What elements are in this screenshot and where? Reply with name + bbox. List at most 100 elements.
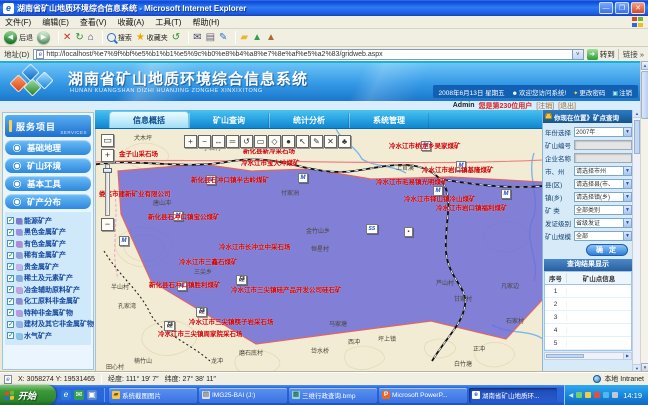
select-poly-icon[interactable]: ◇ [268,135,281,148]
identify-icon[interactable]: ● [282,135,295,148]
go-button[interactable]: ➜ 转到 [587,49,615,60]
license-level-select[interactable]: 省级发证▼ [574,218,632,228]
hscroll-thumb[interactable] [546,354,584,358]
sidebar-item-basic-tools[interactable]: 基本工具 [5,176,91,191]
messenger-button[interactable]: ▲ [252,31,262,44]
zoom-in-icon[interactable]: + [184,135,197,148]
mineral-layer-item[interactable]: ✓化工原料非金属矿 [7,296,89,308]
sidebar-item-mine-environment[interactable]: 矿山环境 [5,158,91,173]
map-marker[interactable]: ▪ [404,227,413,237]
taskbar-task[interactable]: ▤IMG25-BAI (J:) [199,388,287,403]
quick-ie-icon[interactable]: e [61,390,71,400]
show-desktop-icon[interactable]: ▣ [87,390,97,400]
tray-icon[interactable] [585,392,591,398]
checkbox-checked-icon[interactable]: ✓ [7,240,14,247]
result-row[interactable]: 2 [545,298,631,311]
map-marker[interactable]: 硅 [236,275,247,285]
confirm-button[interactable]: 确 定 [586,244,628,256]
home-button[interactable]: ⌂ [88,31,94,44]
checkbox-checked-icon[interactable]: ✓ [7,298,14,305]
erase-icon[interactable]: ✕ [324,135,337,148]
company-input[interactable] [574,153,632,163]
menu-item[interactable]: 文件(F) [5,17,31,28]
logout-link[interactable]: ▣注销 [612,87,632,97]
exit-text-link[interactable]: [退出] [558,101,576,111]
menu-item[interactable]: 查看(V) [80,17,107,28]
scroll-thumb[interactable] [641,71,648,119]
scroll-down-icon[interactable]: ▼ [641,363,648,372]
redline-icon[interactable]: ✎ [310,135,323,148]
zoom-out-button[interactable]: − [101,218,114,231]
zoom-slider-thumb[interactable] [103,168,112,173]
select-rect-icon[interactable]: ▭ [254,135,267,148]
pointer-icon[interactable]: ↖ [296,135,309,148]
tray-icon[interactable] [576,392,582,398]
map-viewport[interactable]: +−↔═↺▭◇●↖✎✕♣ ▭ + − MMMMMMMMMSS▪硅硅硅犬木坪小岩村… [95,129,542,372]
more-button[interactable]: ▲ [266,31,276,44]
scroll-up-icon[interactable]: ▲ [641,61,648,70]
edit-button[interactable]: ✎ [219,31,227,44]
address-input[interactable]: e http://localhost/%e7%9f%bf%e5%b1%b1%e5… [33,49,572,60]
print-button[interactable]: ▤ [206,31,215,44]
address-dropdown-icon[interactable]: ˅ [573,49,584,60]
city-select[interactable]: 请选择市州▼ [574,166,632,176]
tab-system-admin[interactable]: 系统管理 [349,113,429,128]
zoom-slider[interactable] [105,164,110,216]
map-marker[interactable]: M [119,236,129,246]
tab-statistics[interactable]: 统计分析 [269,113,349,128]
taskbar-task[interactable]: ▦三维行政查询.bmp [289,388,377,403]
result-row[interactable]: 4 [545,324,631,337]
history-button[interactable]: ↺ [172,31,180,44]
mineral-layer-item[interactable]: ✓稀有金属矿产 [7,250,89,262]
mineral-layer-item[interactable]: ✓贵金属矿产 [7,261,89,273]
taskbar-task[interactable]: ▰系统截图图片 [109,388,197,403]
mineral-layer-item[interactable]: ✓有色金属矿产 [7,238,89,250]
folder-button[interactable]: ▰ [240,31,248,44]
taskbar-task[interactable]: PMicrosoft PowerP... [379,388,467,403]
checkbox-checked-icon[interactable]: ✓ [7,309,14,316]
mineral-layer-item[interactable]: ✓特种非金属矿物 [7,307,89,319]
map-marker[interactable]: 硅 [164,321,175,331]
year-select[interactable]: 2007年▼ [574,127,632,137]
checkbox-checked-icon[interactable]: ✓ [7,263,14,270]
checkbox-checked-icon[interactable]: ✓ [7,286,14,293]
measure-icon[interactable]: ═ [226,135,239,148]
tray-collapse-icon[interactable]: ◀ [569,392,574,399]
overview-icon[interactable]: ▭ [101,134,114,147]
sidebar-item-basic-geography[interactable]: 基础地理 [5,140,91,155]
mineral-layer-item[interactable]: ✓建材及其它非金属矿物 [7,319,89,331]
close-button[interactable]: ✕ [631,2,645,14]
mineral-layer-item[interactable]: ✓冶金辅助原料矿产 [7,284,89,296]
checkbox-checked-icon[interactable]: ✓ [7,229,14,236]
checkbox-checked-icon[interactable]: ✓ [7,332,14,339]
checkbox-checked-icon[interactable]: ✓ [7,275,14,282]
map-marker[interactable]: M [433,186,443,196]
menu-item[interactable]: 工具(T) [155,17,181,28]
results-hscrollbar[interactable]: ▶ [544,352,632,360]
change-password-link[interactable]: ✦更改密码 [573,87,605,97]
refresh-map-icon[interactable]: ↺ [240,135,253,148]
favorites-button[interactable]: ★收藏夹 [136,31,168,44]
quick-mail-icon[interactable]: ✉ [74,390,84,400]
clock[interactable]: 14:19 [623,391,642,400]
layers-icon[interactable]: ♣ [338,135,351,148]
mineral-class-select[interactable]: 全部类别▼ [574,205,632,215]
logout-text-link[interactable]: [注销] [536,101,554,111]
mine-id-input[interactable] [574,140,632,150]
result-row[interactable]: 3 [545,311,631,324]
taskbar-task[interactable]: e湖南省矿山地质环... [469,388,557,403]
checkbox-checked-icon[interactable]: ✓ [7,217,14,224]
minimize-button[interactable]: — [599,2,613,14]
stop-button[interactable]: ✕ [63,31,71,44]
search-button[interactable]: 搜索 [107,33,132,43]
start-button[interactable]: 开始 [0,385,56,405]
zoom-in-button[interactable]: + [101,149,114,162]
mineral-layer-item[interactable]: ✓黑色金属矿产 [7,227,89,239]
menu-item[interactable]: 编辑(E) [42,17,69,28]
mineral-layer-item[interactable]: ✓稀土及元素矿产 [7,273,89,285]
county-select[interactable]: 请选择县(市、▼ [574,179,632,189]
page-scrollbar[interactable]: ▲ ▼ [640,61,648,372]
hscroll-right-arrow-icon[interactable]: ▶ [623,353,631,359]
menu-item[interactable]: 收藏(A) [118,17,145,28]
pan-icon[interactable]: ↔ [212,135,225,148]
